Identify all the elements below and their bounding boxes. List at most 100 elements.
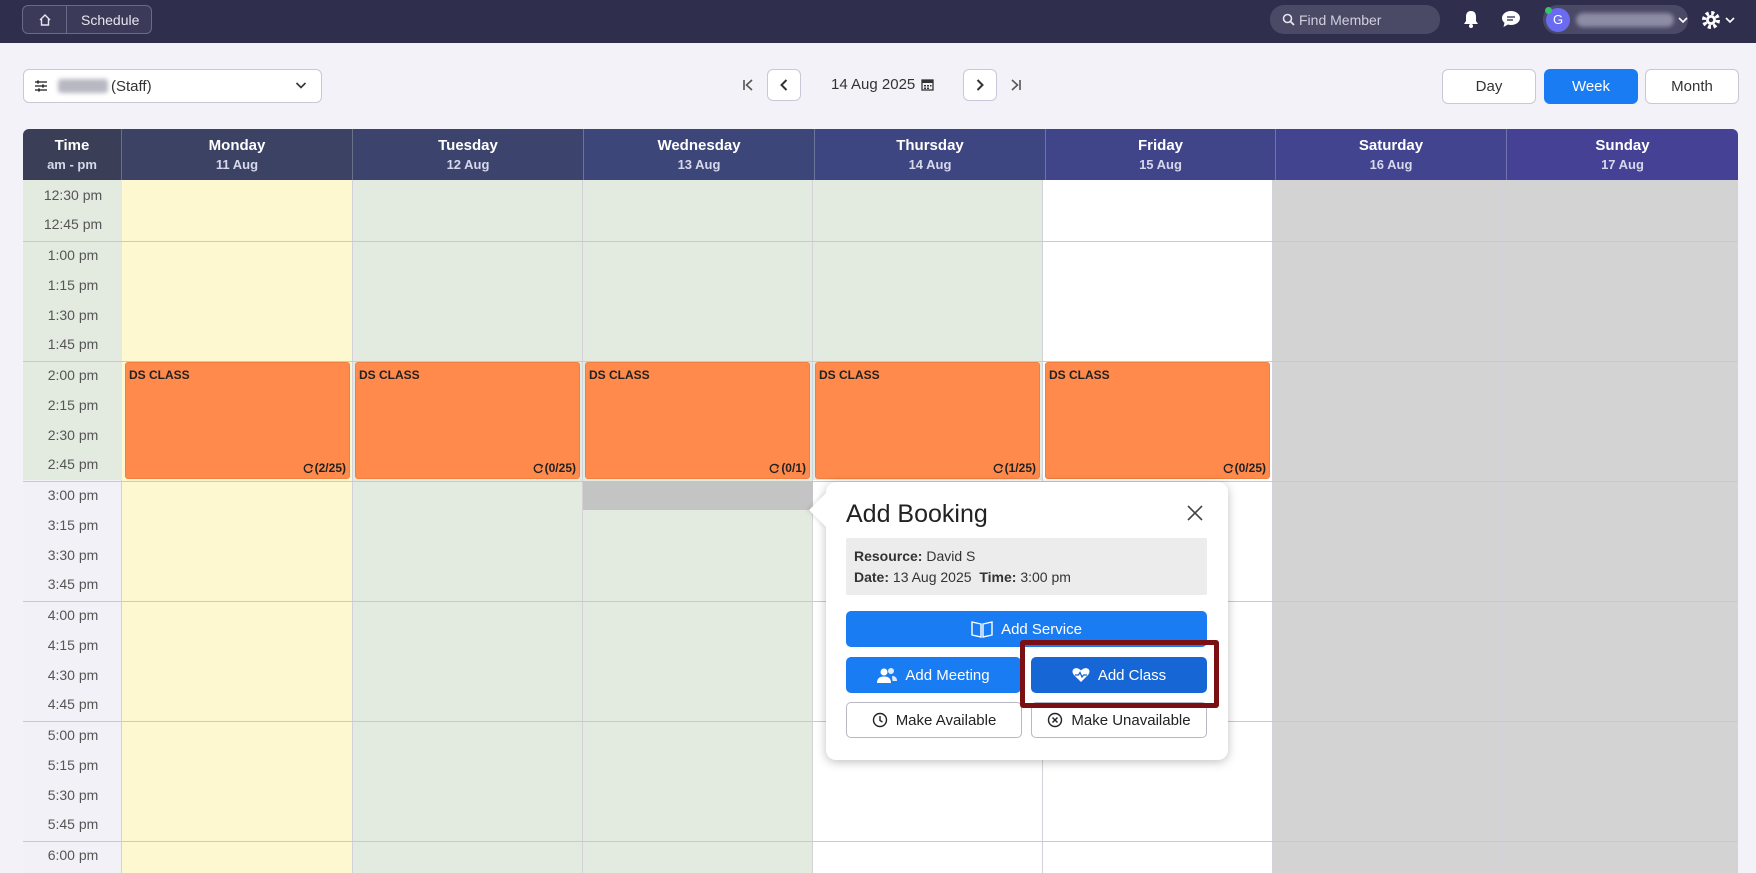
home-icon[interactable] [23,6,67,33]
next-week-button[interactable] [963,69,997,101]
day-header-sunday[interactable]: Sunday 17 Aug [1507,129,1738,180]
time-label: 2:15 pm [47,397,99,413]
chevron-down-icon [295,82,307,89]
skip-first-icon [743,79,753,91]
current-date: 14 Aug 2025 [831,76,916,93]
top-nav-bar: Schedule Find Member G [0,0,1756,43]
time-label: 3:15 pm [47,517,99,533]
time-label: 5:45 pm [47,816,99,832]
class-event[interactable]: DS CLASS (0/25) [355,362,580,479]
recurring-icon [533,463,543,473]
time-label: 1:45 pm [47,336,99,352]
time-label: 4:15 pm [47,637,99,653]
selected-time-slot[interactable] [583,481,813,510]
day-column-wednesday[interactable] [583,180,813,873]
time-label: 4:00 pm [47,607,99,623]
hour-divider [23,841,1738,842]
time-label: 6:00 pm [47,847,99,863]
chevron-down-icon [1678,16,1688,23]
highlight-box [1020,640,1219,708]
bell-icon[interactable] [1460,8,1482,30]
day-header-monday[interactable]: Monday 11 Aug [122,129,353,180]
time-label: 5:00 pm [47,727,99,743]
clock-icon [872,712,887,728]
day-column-sunday[interactable] [1503,180,1738,873]
time-label: 1:15 pm [47,277,99,293]
circle-x-icon [1048,712,1063,728]
time-label: 5:30 pm [47,787,99,803]
users-icon [877,668,898,683]
calendar-icon [921,79,934,91]
date-label: Date: [854,569,890,585]
chevron-right-icon [976,79,984,91]
day-header-friday[interactable]: Friday 15 Aug [1046,129,1276,180]
time-label: 4:30 pm [47,667,99,683]
day-header-thursday[interactable]: Thursday 14 Aug [815,129,1046,180]
time-label: 4:45 pm [47,696,99,712]
time-label: 3:00 pm [47,487,99,503]
time-label: 12:45 pm [43,216,103,232]
recurring-icon [769,463,780,473]
last-week-button[interactable] [1005,69,1027,101]
day-column-tuesday[interactable] [353,180,583,873]
recurring-icon [993,463,1003,473]
chevron-left-icon [780,79,788,91]
time-label: 2:45 pm [47,456,99,472]
settings-menu[interactable] [1700,8,1744,32]
calendar-header: Time am - pm Monday 11 Aug Tuesday 12 Au… [23,129,1738,180]
class-event[interactable]: DS CLASS (2/25) [125,362,350,479]
day-column-monday[interactable] [122,180,353,873]
event-title: DS CLASS [589,368,650,382]
view-day-button[interactable]: Day [1442,69,1536,104]
time-label: 12:30 pm [43,187,103,203]
date-picker[interactable]: 14 Aug 2025 [831,76,934,93]
search-placeholder: Find Member [1299,11,1382,28]
recurring-icon [303,463,313,473]
messages-icon[interactable] [1500,8,1522,30]
event-capacity: (1/25) [993,461,1036,475]
day-header-wednesday[interactable]: Wednesday 13 Aug [584,129,815,180]
chevron-down-icon [1725,17,1735,24]
filter-sliders-icon [35,80,47,92]
time-label: 2:30 pm [47,427,99,443]
class-event[interactable]: DS CLASS (0/25) [1045,362,1270,479]
day-header-saturday[interactable]: Saturday 16 Aug [1276,129,1507,180]
resource-value: David S [926,548,976,564]
view-week-button[interactable]: Week [1544,69,1638,104]
close-icon[interactable] [1184,502,1206,524]
event-title: DS CLASS [129,368,190,382]
recurring-icon [1223,463,1233,473]
user-menu[interactable]: G [1543,5,1688,34]
booking-details: Resource: David S Date: 13 Aug 2025 Time… [846,538,1207,595]
time-label: Time: [979,569,1017,585]
avatar: G [1545,6,1570,32]
view-month-button[interactable]: Month [1645,69,1739,104]
gear-icon [1702,11,1720,29]
time-value: 3:00 pm [1020,569,1071,585]
time-label: 1:30 pm [47,307,99,323]
day-column-saturday[interactable] [1273,180,1503,873]
breadcrumb-schedule[interactable]: Schedule [67,12,139,28]
make-available-button[interactable]: Make Available [846,702,1022,738]
find-member-search[interactable]: Find Member [1270,5,1440,34]
event-capacity: (0/25) [533,461,576,475]
date-value: 13 Aug 2025 [892,569,972,585]
time-label: 3:30 pm [47,547,99,563]
time-label: 2:00 pm [47,367,99,383]
class-event[interactable]: DS CLASS (0/1) [585,362,810,479]
username-redacted [1576,12,1674,27]
skip-last-icon [1011,79,1021,91]
staff-selector[interactable]: (Staff) [23,69,322,103]
popover-title: Add Booking [846,500,988,528]
class-event[interactable]: DS CLASS (1/25) [815,362,1040,479]
previous-week-button[interactable] [767,69,801,101]
first-week-button[interactable] [737,69,759,101]
resource-label: Resource: [854,548,923,564]
add-meeting-button[interactable]: Add Meeting [846,657,1021,693]
event-title: DS CLASS [359,368,420,382]
time-column-header: Time am - pm [23,129,122,180]
day-header-tuesday[interactable]: Tuesday 12 Aug [353,129,584,180]
staff-role: (Staff) [111,77,152,95]
event-capacity: (2/25) [303,461,346,475]
time-label: 1:00 pm [47,247,99,263]
